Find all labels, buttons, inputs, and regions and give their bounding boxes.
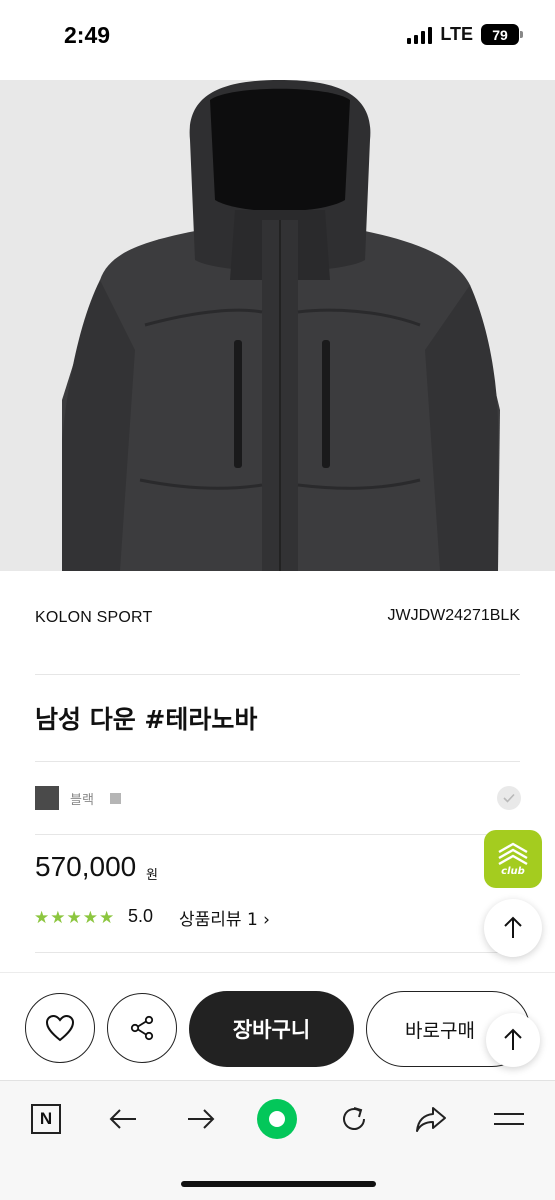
scroll-top-button[interactable] [484,899,542,957]
back-button[interactable] [101,1097,145,1141]
color-label: 블랙 [70,793,94,808]
star-icon: ★ [66,908,82,928]
menu-button[interactable] [487,1097,531,1141]
color-swatch-black[interactable] [35,786,59,810]
status-time: 2:49 [64,22,111,48]
buy-now-label: 바로구매 [405,1019,475,1042]
rating-stars: ★ ★ ★ ★ ★ [34,908,114,928]
star-icon: ★ [99,908,115,928]
hamburger-menu-icon [494,1113,524,1125]
product-sku: JWJDW24271BLK [387,607,521,624]
divider [35,834,520,835]
color-mini-swatch [110,793,121,804]
forward-share-icon [416,1107,446,1132]
battery-icon: 79 [481,24,523,45]
status-bar: 2:49 LTE 79 [0,0,555,80]
status-indicators: LTE 79 [407,24,523,45]
add-to-cart-button[interactable]: 장바구니 [189,991,354,1067]
arrow-up-icon [504,916,522,938]
brand-name[interactable]: KOLON SPORT [35,609,153,627]
action-bar: 장바구니 바로구매 [0,972,555,1080]
star-icon: ★ [34,908,50,928]
signal-icon [407,26,433,44]
refresh-button[interactable] [332,1097,376,1141]
arrow-right-icon [188,1109,215,1129]
divider [35,761,520,762]
product-price: 570,000 [35,851,137,882]
green-dot-button[interactable] [255,1097,299,1141]
club-label: club [501,865,525,877]
check-icon[interactable] [497,786,521,810]
product-image[interactable] [0,80,555,571]
star-icon: ★ [82,908,98,928]
club-badge[interactable]: club [484,830,542,888]
naver-home-button[interactable]: N [24,1097,68,1141]
wishlist-button[interactable] [25,993,95,1063]
share-button[interactable] [107,993,177,1063]
network-label: LTE [440,24,473,44]
battery-level: 79 [492,26,508,43]
forward-button[interactable] [179,1097,223,1141]
price-unit: 원 [146,868,158,883]
share-page-button[interactable] [409,1097,453,1141]
rating-value: 5.0 [128,906,154,926]
review-link[interactable]: 상품리뷰 1 › [179,905,270,930]
arrow-up-icon [504,1028,522,1050]
product-title: 남성 다운 #테라노바 [35,705,258,734]
naver-n-icon: N [31,1104,61,1134]
share-icon [130,1015,154,1041]
divider [35,952,520,953]
star-icon: ★ [50,908,66,928]
mountain-icon [498,842,528,865]
refresh-icon [343,1107,365,1130]
arrow-left-icon [109,1109,136,1129]
home-indicator [181,1181,376,1187]
jacket-illustration [0,80,555,571]
green-dot-icon [257,1099,297,1139]
scroll-top-button[interactable] [486,1013,540,1067]
heart-icon [45,1014,75,1042]
divider [35,674,520,675]
